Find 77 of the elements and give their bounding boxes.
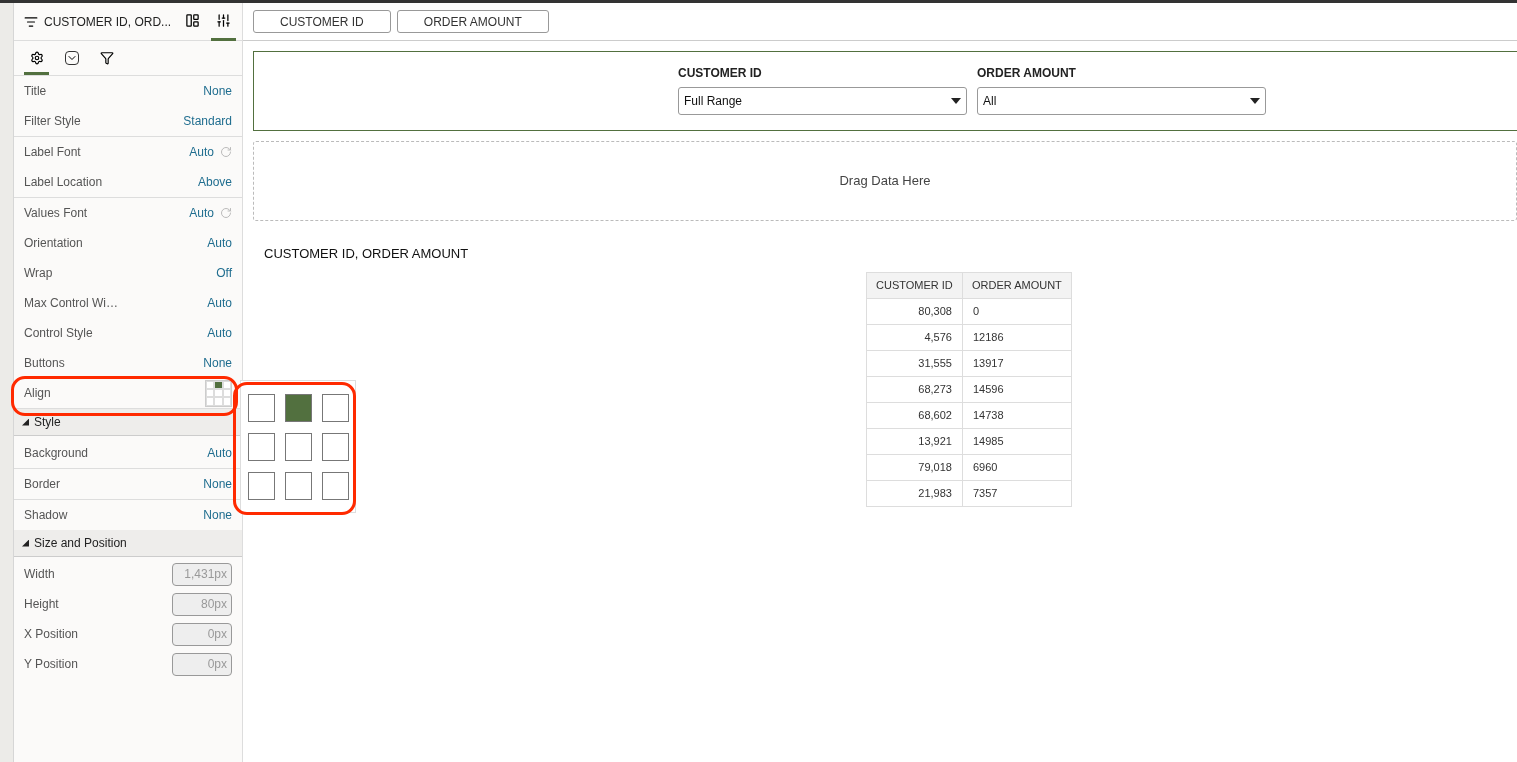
property-label: Height <box>24 596 59 613</box>
property-value[interactable]: None <box>203 506 232 524</box>
table-cell: 7357 <box>962 480 1072 506</box>
table-cell: 13,921 <box>866 428 963 454</box>
property-value[interactable]: Auto <box>207 294 232 312</box>
table-cell: 68,602 <box>866 402 963 428</box>
table-cell: 14985 <box>962 428 1072 454</box>
table-cell: 21,983 <box>866 480 963 506</box>
filter-dropdown[interactable]: Full Range <box>678 87 967 115</box>
property-label: Label Location <box>24 174 103 191</box>
property-value[interactable]: Auto <box>207 234 232 252</box>
property-value[interactable]: Off <box>216 264 232 282</box>
property-label: Shadow <box>24 507 68 524</box>
caret-icon <box>951 98 961 104</box>
property-label: Background <box>24 445 89 462</box>
property-value[interactable]: Standard <box>183 112 232 130</box>
align-cell[interactable] <box>284 432 312 461</box>
table-cell: 79,018 <box>866 454 963 480</box>
field-chip[interactable]: ORDER AMOUNT <box>396 10 549 33</box>
property-label: Title <box>24 83 47 100</box>
filter-icon <box>99 50 114 65</box>
property-label: Label Font <box>24 144 81 161</box>
table-cell: 6960 <box>962 454 1072 480</box>
property-label: Width <box>24 566 55 583</box>
table-cell: 4,576 <box>866 324 963 350</box>
property-value[interactable]: None <box>203 82 232 100</box>
section-header[interactable]: Size and Position <box>14 530 242 557</box>
table-cell: 13917 <box>962 350 1072 376</box>
table-title: CUSTOMER ID, ORDER AMOUNT <box>264 245 470 263</box>
table-cell: 68,273 <box>866 376 963 402</box>
align-cell[interactable] <box>247 393 275 422</box>
align-cell[interactable] <box>247 471 275 500</box>
property-label: Wrap <box>24 265 53 282</box>
property-label: Max Control Wi… <box>24 295 118 312</box>
property-label: Align <box>24 385 51 402</box>
align-cell[interactable] <box>284 393 312 422</box>
filter-label: ORDER AMOUNT <box>977 65 1077 82</box>
property-value[interactable]: Auto <box>189 143 214 161</box>
dropdown-box-icon <box>64 50 79 65</box>
align-cell[interactable] <box>284 471 312 500</box>
sliders-icon <box>216 12 231 28</box>
panel-title: CUSTOMER ID, ORD... <box>44 13 173 31</box>
layout-icon <box>185 12 200 28</box>
property-value[interactable]: None <box>203 475 232 493</box>
align-cell[interactable] <box>321 471 349 500</box>
drop-zone-text: Drag Data Here <box>839 172 931 191</box>
property-value[interactable]: Auto <box>207 444 232 462</box>
table-cell: 14738 <box>962 402 1072 428</box>
property-value[interactable]: Auto <box>207 324 232 342</box>
property-value[interactable]: Above <box>197 173 232 191</box>
filter-list-icon <box>24 14 38 29</box>
align-cell[interactable] <box>321 393 349 422</box>
align-grid[interactable] <box>247 393 349 500</box>
property-label: Y Position <box>24 656 78 673</box>
property-label: Control Style <box>24 325 93 342</box>
table-cell: 0 <box>962 298 1072 324</box>
property-label: X Position <box>24 626 79 643</box>
align-cell[interactable] <box>247 432 275 461</box>
property-value[interactable]: None <box>203 354 232 372</box>
property-label: Values Font <box>24 205 88 222</box>
property-label: Buttons <box>24 355 65 372</box>
field-chip[interactable]: CUSTOMER ID <box>253 10 391 33</box>
property-value[interactable]: Auto <box>189 204 214 222</box>
table-cell: 80,308 <box>866 298 963 324</box>
property-label: Orientation <box>24 235 83 252</box>
caret-icon <box>1250 98 1260 104</box>
table-cell: 14596 <box>962 376 1072 402</box>
filter-dropdown[interactable]: All <box>977 87 1266 115</box>
property-label: Border <box>24 476 61 493</box>
column-header: ORDER AMOUNT <box>962 272 1072 298</box>
property-label: Filter Style <box>24 113 81 130</box>
align-cell[interactable] <box>321 432 349 461</box>
column-header: CUSTOMER ID <box>866 272 963 298</box>
settings-icon <box>29 50 44 65</box>
table-cell: 12186 <box>962 324 1072 350</box>
table-cell: 31,555 <box>866 350 963 376</box>
filter-label: CUSTOMER ID <box>678 65 763 82</box>
